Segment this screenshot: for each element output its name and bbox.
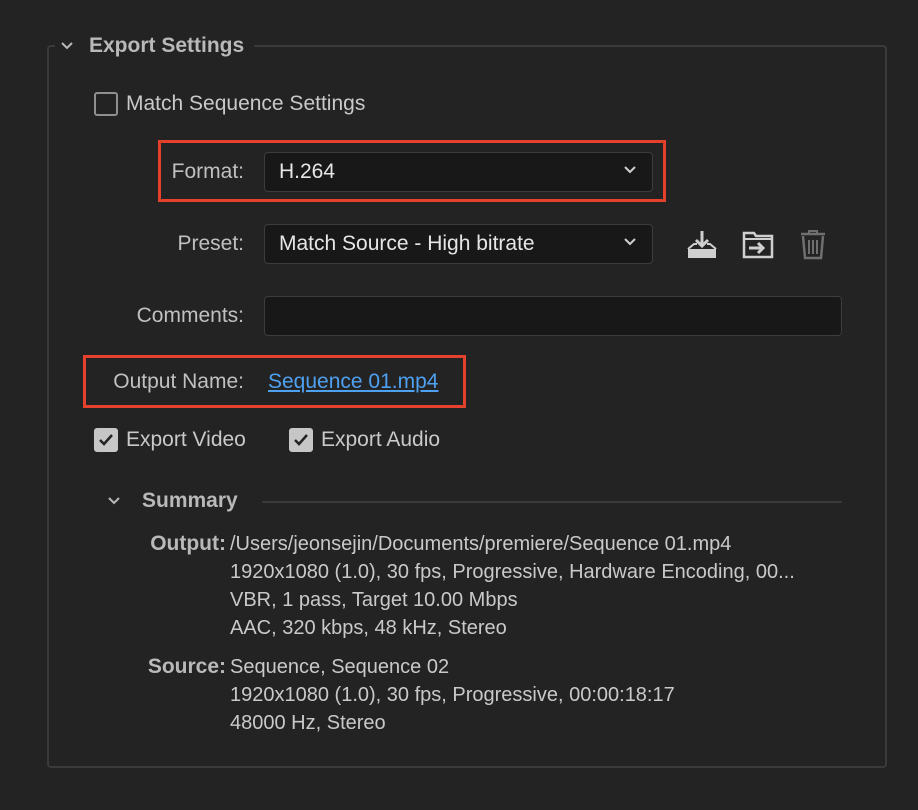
export-settings-header[interactable]: Export Settings xyxy=(55,28,255,64)
delete-preset-button[interactable] xyxy=(795,226,831,262)
summary-source-line: 48000 Hz, Stereo xyxy=(230,712,386,734)
preset-label: Preset: xyxy=(177,232,244,255)
summary-output-line: /Users/jeonsejin/Documents/premiere/Sequ… xyxy=(230,533,732,555)
import-preset-button[interactable] xyxy=(740,226,776,262)
format-value: H.264 xyxy=(279,160,336,183)
match-sequence-checkbox-row[interactable]: Match Sequence Settings xyxy=(94,92,365,116)
chevron-down-icon[interactable] xyxy=(59,38,75,54)
summary-output-line: 1920x1080 (1.0), 30 fps, Progressive, Ha… xyxy=(230,561,795,583)
import-preset-icon xyxy=(742,231,774,259)
output-name-link[interactable]: Sequence 01.mp4 xyxy=(268,370,438,394)
chevron-down-icon xyxy=(622,160,638,184)
export-video-label: Export Video xyxy=(126,428,246,451)
delete-preset-icon xyxy=(801,230,825,260)
format-label: Format: xyxy=(171,160,244,183)
export-audio-checkbox-row[interactable]: Export Audio xyxy=(289,428,440,452)
match-sequence-checkbox[interactable] xyxy=(94,92,118,116)
save-preset-button[interactable] xyxy=(684,226,720,262)
chevron-down-icon xyxy=(622,232,638,256)
format-dropdown[interactable]: H.264 xyxy=(264,152,653,192)
summary-output-label: Output: xyxy=(150,532,226,555)
section-title: Export Settings xyxy=(89,34,245,57)
save-preset-icon xyxy=(687,231,717,258)
summary-source-lines: Sequence, Sequence 02 1920x1080 (1.0), 3… xyxy=(230,653,675,737)
checkmark-icon xyxy=(99,434,113,446)
checkmark-icon xyxy=(294,434,308,446)
summary-source-line: Sequence, Sequence 02 xyxy=(230,656,450,678)
comments-label: Comments: xyxy=(136,304,244,327)
export-audio-checkbox[interactable] xyxy=(289,428,313,452)
export-video-checkbox[interactable] xyxy=(94,428,118,452)
preset-dropdown[interactable]: Match Source - High bitrate xyxy=(264,224,653,264)
summary-output-lines: /Users/jeonsejin/Documents/premiere/Sequ… xyxy=(230,530,842,642)
summary-output-line: VBR, 1 pass, Target 10.00 Mbps xyxy=(230,589,518,611)
chevron-down-icon[interactable] xyxy=(106,493,122,509)
match-sequence-label: Match Sequence Settings xyxy=(126,92,366,115)
export-video-checkbox-row[interactable]: Export Video xyxy=(94,428,246,452)
summary-header[interactable]: Summary xyxy=(106,489,238,513)
summary-divider xyxy=(262,501,842,503)
summary-output-line: AAC, 320 kbps, 48 kHz, Stereo xyxy=(230,617,507,639)
comments-field[interactable] xyxy=(264,296,842,336)
export-audio-label: Export Audio xyxy=(321,428,441,451)
summary-source-line: 1920x1080 (1.0), 30 fps, Progressive, 00… xyxy=(230,684,675,706)
output-name-label: Output Name: xyxy=(113,370,244,393)
summary-source-label: Source: xyxy=(147,655,226,678)
preset-value: Match Source - High bitrate xyxy=(279,232,535,255)
summary-title: Summary xyxy=(142,489,238,512)
